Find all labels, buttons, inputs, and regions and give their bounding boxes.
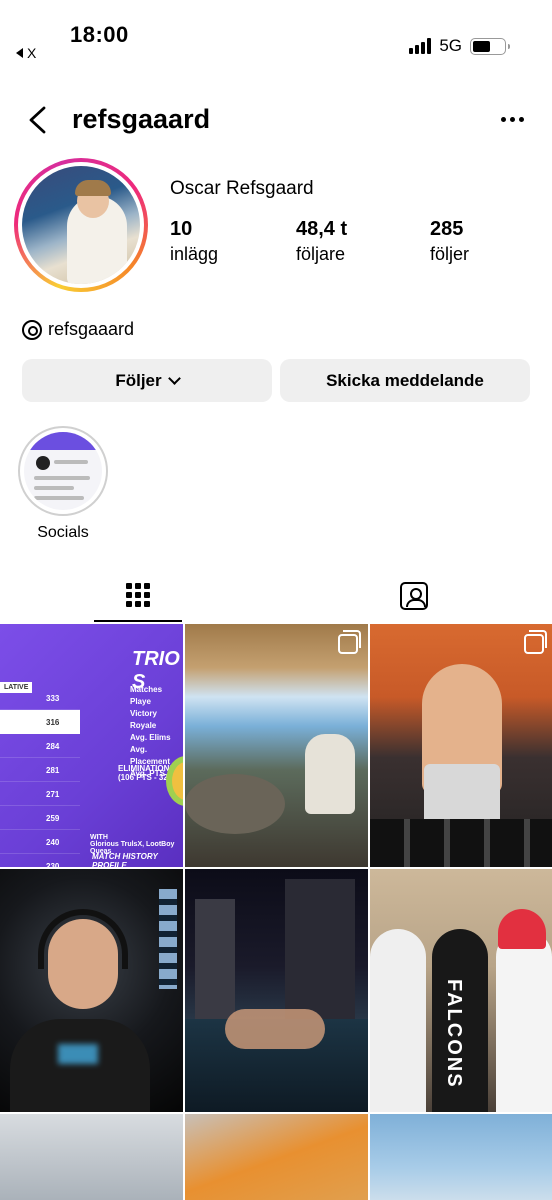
leaderboard-row: 316: [0, 710, 80, 734]
leaderboard-row: 240: [0, 830, 80, 854]
following-button-label: Följer: [115, 370, 162, 390]
tagged-person-icon: [400, 582, 428, 610]
posts-label: inlägg: [170, 244, 219, 264]
avatar: [22, 166, 140, 284]
profile-header: refsgaaard: [0, 95, 552, 145]
more-options-icon[interactable]: [501, 117, 524, 122]
chevron-down-icon: [167, 372, 181, 385]
post-thumbnail[interactable]: [185, 624, 368, 867]
highlight-ring: [18, 426, 108, 516]
profile-tabs: [0, 570, 552, 622]
message-button-label: Skicka meddelande: [326, 370, 484, 390]
followers-stat[interactable]: 48,4 t följare: [296, 218, 347, 265]
following-button[interactable]: Följer: [22, 359, 272, 402]
post-thumbnail[interactable]: [370, 1114, 552, 1200]
leaderboard-row: 284: [0, 734, 80, 758]
post-thumbnail[interactable]: [185, 869, 368, 1112]
signal-icon: [409, 38, 432, 54]
followers-label: följare: [296, 244, 346, 264]
leaderboard-table: 333 316 284 281 271 259 240 230: [0, 686, 80, 867]
posts-grid: TRIO S LATIVE 333 316 284 281 271 259 24…: [0, 624, 552, 1200]
chevron-left-icon[interactable]: [26, 105, 50, 135]
threads-link[interactable]: refsgaaard: [22, 319, 134, 340]
leaderboard-row: 333: [0, 686, 80, 710]
shirt-text: FALCONS: [443, 979, 465, 1089]
back-triangle-icon: [16, 48, 23, 58]
following-stat[interactable]: 285 följer: [430, 218, 469, 265]
post-thumbnail[interactable]: [0, 1114, 183, 1200]
carousel-icon: [524, 630, 547, 654]
battery-icon: [470, 37, 510, 55]
leaderboard-row: 271: [0, 782, 80, 806]
status-bar: 18:00 X 5G: [0, 0, 552, 70]
username-title: refsgaaard: [72, 104, 211, 134]
tab-grid[interactable]: [94, 570, 182, 622]
highlight-label: Socials: [37, 524, 89, 541]
followers-count: 48,4 t: [296, 218, 348, 240]
following-count: 285: [430, 218, 464, 240]
post-footer-links: MATCH HISTORY PROFILE: [92, 852, 158, 867]
network-type: 5G: [439, 36, 462, 55]
leaderboard-row: 230: [0, 854, 80, 867]
threads-handle: refsgaaard: [48, 319, 135, 339]
leaderboard-row: 259: [0, 806, 80, 830]
threads-icon: [22, 319, 42, 340]
full-name: Oscar Refsgaard: [170, 178, 314, 199]
back-app-label: X: [27, 45, 37, 61]
post-thumbnail[interactable]: [185, 1114, 368, 1200]
post-thumbnail[interactable]: [370, 624, 552, 867]
message-button[interactable]: Skicka meddelande: [280, 359, 530, 402]
post-thumbnail[interactable]: FALCONS: [370, 869, 552, 1112]
carousel-icon: [338, 630, 361, 654]
grid-icon: [126, 583, 150, 607]
post-thumbnail[interactable]: [0, 869, 183, 1112]
tab-tagged[interactable]: [370, 570, 458, 622]
following-label: följer: [430, 244, 470, 264]
posts-stat: 10 inlägg: [170, 218, 218, 265]
leaderboard-row: 281: [0, 758, 80, 782]
highlight-socials[interactable]: Socials: [18, 426, 108, 542]
highlight-thumbnail: [24, 432, 102, 510]
story-ring[interactable]: [14, 158, 148, 292]
post-thumbnail[interactable]: TRIO S LATIVE 333 316 284 281 271 259 24…: [0, 624, 183, 867]
posts-count: 10: [170, 218, 193, 240]
back-to-app-link[interactable]: X: [16, 45, 36, 61]
status-indicators: 5G: [409, 36, 510, 56]
status-time: 18:00: [70, 22, 129, 47]
